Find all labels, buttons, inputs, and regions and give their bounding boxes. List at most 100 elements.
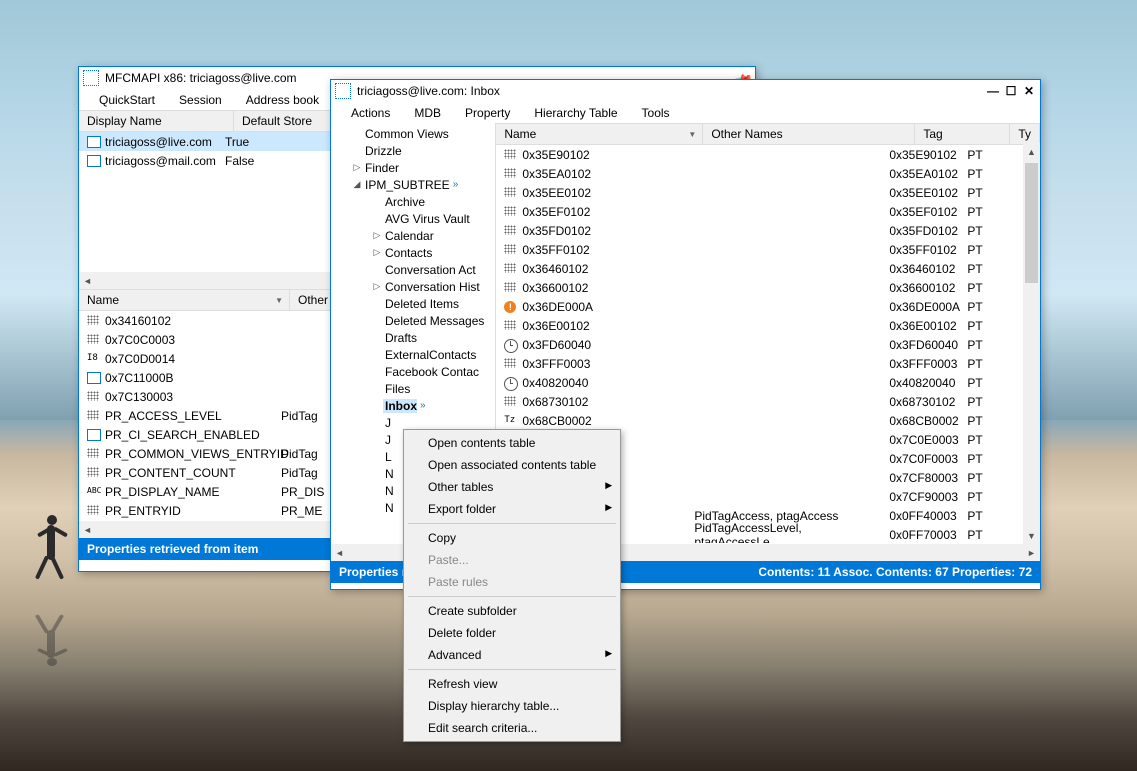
col-tag[interactable]: Tag xyxy=(915,124,1010,144)
scroll-left-icon[interactable]: ◄ xyxy=(79,272,96,289)
expand-icon[interactable]: ▷ xyxy=(371,281,383,292)
maximize-button[interactable]: ☐ xyxy=(1004,84,1018,98)
binary-icon xyxy=(504,244,518,256)
prop-name: PR_CONTENT_COUNT xyxy=(105,466,281,480)
property-row[interactable]: 0x36E001020x36E00102PT xyxy=(496,316,1040,335)
tree-item[interactable]: ◢IPM_SUBTREE» xyxy=(331,176,495,193)
tree-item[interactable]: ▷Finder xyxy=(331,159,495,176)
context-menu-item[interactable]: Open associated contents table xyxy=(406,454,618,476)
col-name[interactable]: Name▼ xyxy=(496,124,703,144)
prop-name: 0x7C0D0014 xyxy=(105,352,281,366)
context-menu-item[interactable]: Edit search criteria... xyxy=(406,717,618,739)
submenu-arrow-icon: ▶ xyxy=(605,648,612,659)
expand-icon[interactable]: ▷ xyxy=(351,162,363,173)
property-row[interactable]: 0x687301020x68730102PT xyxy=(496,392,1040,411)
context-menu-item[interactable]: Create subfolder xyxy=(406,600,618,622)
property-row[interactable]: 0x35EE01020x35EE0102PT xyxy=(496,183,1040,202)
scroll-thumb[interactable] xyxy=(1025,163,1038,283)
property-row[interactable]: 0x366001020x36600102PT xyxy=(496,278,1040,297)
scroll-left-icon[interactable]: ◄ xyxy=(331,544,348,561)
scroll-down-icon[interactable]: ▼ xyxy=(1023,527,1040,544)
property-row[interactable]: Tz0x68CB00020x68CB0002PT xyxy=(496,411,1040,430)
menu-session[interactable]: Session xyxy=(169,91,232,109)
context-menu-item[interactable]: Advanced▶ xyxy=(406,644,618,666)
menu-hierarchy[interactable]: Hierarchy Table xyxy=(524,104,627,122)
context-menu-item[interactable]: Other tables▶ xyxy=(406,476,618,498)
scroll-right-icon[interactable]: ► xyxy=(1023,544,1040,561)
store-icon xyxy=(87,136,101,148)
context-menu-item[interactable]: Copy xyxy=(406,527,618,549)
scrollbar-v[interactable]: ▲ ▼ xyxy=(1023,143,1040,544)
scroll-left-icon[interactable]: ◄ xyxy=(79,521,96,538)
prop-tag: 0x7C0F0003 xyxy=(889,452,967,466)
expand-icon[interactable]: ▷ xyxy=(371,230,383,241)
property-row[interactable]: 0x35E901020x35E90102PT xyxy=(496,145,1040,164)
tree-item[interactable]: ▷Conversation Hist xyxy=(331,278,495,295)
context-menu-item[interactable]: Open contents table xyxy=(406,432,618,454)
tree-item[interactable]: Inbox» xyxy=(331,397,495,414)
menu-property[interactable]: Property xyxy=(455,104,520,122)
tree-item[interactable]: AVG Virus Vault xyxy=(331,210,495,227)
property-row[interactable]: 0x35FD01020x35FD0102PT xyxy=(496,221,1040,240)
property-row[interactable]: 0x364601020x36460102PT xyxy=(496,259,1040,278)
tree-item[interactable]: Files xyxy=(331,380,495,397)
col-display-name[interactable]: Display Name xyxy=(79,111,234,131)
context-menu-item[interactable]: Export folder▶ xyxy=(406,498,618,520)
menu-tools[interactable]: Tools xyxy=(632,104,680,122)
store-name: triciagoss@live.com xyxy=(105,135,225,149)
property-row[interactable]: 0x3FFF00030x3FFF0003PT xyxy=(496,354,1040,373)
prop-name: PR_CI_SEARCH_ENABLED xyxy=(105,428,281,442)
context-menu-item[interactable]: Display hierarchy table... xyxy=(406,695,618,717)
menu-actions[interactable]: Actions xyxy=(341,104,400,122)
tree-item[interactable]: ExternalContacts xyxy=(331,346,495,363)
status-left: Properties r xyxy=(339,565,406,579)
col-name[interactable]: Name▼ xyxy=(79,290,290,310)
box-icon xyxy=(87,429,101,441)
tree-item[interactable]: ▷Calendar xyxy=(331,227,495,244)
menu-addressbook[interactable]: Address book xyxy=(236,91,329,109)
prop-tag: 0x35FD0102 xyxy=(889,224,967,238)
property-row[interactable]: !0x36DE000A0x36DE000APT xyxy=(496,297,1040,316)
prop-name: 0x3FD60040 xyxy=(522,338,694,352)
time-icon xyxy=(504,377,518,389)
minimize-button[interactable]: — xyxy=(986,84,1000,98)
tree-item[interactable]: Deleted Messages xyxy=(331,312,495,329)
prop-tag: 0x35EE0102 xyxy=(889,186,967,200)
property-row[interactable]: 0x35EF01020x35EF0102PT xyxy=(496,202,1040,221)
titlebar[interactable]: triciagoss@live.com: Inbox — ☐ ✕ xyxy=(331,80,1040,102)
prop-type: PT xyxy=(967,471,982,485)
col-type[interactable]: Ty xyxy=(1010,124,1040,144)
expand-icon[interactable]: ▷ xyxy=(371,247,383,258)
col-other-names[interactable]: Other Names xyxy=(703,124,915,144)
tree-item[interactable]: Facebook Contac xyxy=(331,363,495,380)
tree-item[interactable]: Drizzle xyxy=(331,142,495,159)
prop-other: PR_ME xyxy=(281,504,322,518)
menu-item-label: Create subfolder xyxy=(428,604,517,618)
prop-tag: 0x35EA0102 xyxy=(889,167,967,181)
prop-type: PT xyxy=(967,148,982,162)
menu-quickstart[interactable]: QuickStart xyxy=(89,91,165,109)
tree-item[interactable]: Archive xyxy=(331,193,495,210)
collapse-icon[interactable]: ◢ xyxy=(351,179,363,190)
close-button[interactable]: ✕ xyxy=(1022,84,1036,98)
tree-item[interactable]: ▷Contacts xyxy=(331,244,495,261)
prop-other: PidTagAccessLevel, ptagAccessLe... xyxy=(694,521,889,544)
context-menu-item[interactable]: Refresh view xyxy=(406,673,618,695)
context-menu-item[interactable]: Delete folder xyxy=(406,622,618,644)
property-row[interactable]: 0x35FF01020x35FF0102PT xyxy=(496,240,1040,259)
menu-mdb[interactable]: MDB xyxy=(404,104,451,122)
property-row[interactable]: 0x408200400x40820040PT xyxy=(496,373,1040,392)
tree-item[interactable]: Deleted Items xyxy=(331,295,495,312)
tree-item[interactable]: Common Views xyxy=(331,125,495,142)
scroll-up-icon[interactable]: ▲ xyxy=(1023,143,1040,160)
tree-item[interactable]: Drafts xyxy=(331,329,495,346)
context-menu-item: Paste rules xyxy=(406,571,618,593)
prop-type: PT xyxy=(967,300,982,314)
tree-item[interactable]: Conversation Act xyxy=(331,261,495,278)
prop-type: PT xyxy=(967,490,982,504)
property-row[interactable]: 0x3FD600400x3FD60040PT xyxy=(496,335,1040,354)
prop-name: 0x35E90102 xyxy=(522,148,694,162)
prop-name: 0x35EA0102 xyxy=(522,167,694,181)
property-row[interactable]: 0x35EA01020x35EA0102PT xyxy=(496,164,1040,183)
window-title: triciagoss@live.com: Inbox xyxy=(357,84,986,98)
